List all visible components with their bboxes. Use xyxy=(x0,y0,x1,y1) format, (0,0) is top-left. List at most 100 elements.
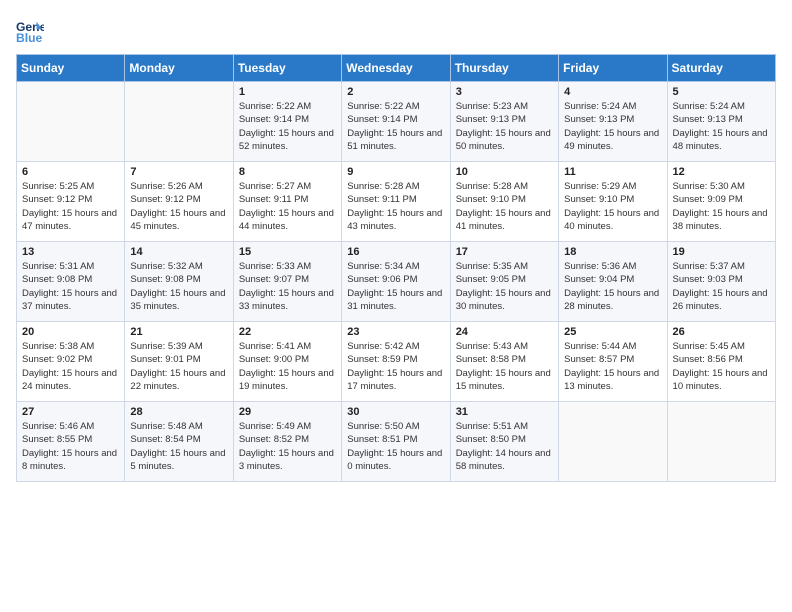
day-number: 4 xyxy=(564,86,661,98)
calendar-cell: 6 Sunrise: 5:25 AMSunset: 9:12 PMDaylight… xyxy=(17,162,125,242)
calendar-cell: 9Sunrise: 5:28 AMSunset: 9:11 PMDaylight… xyxy=(342,162,450,242)
day-number: 2 xyxy=(347,86,444,98)
calendar-table: SundayMondayTuesdayWednesdayThursdayFrid… xyxy=(16,54,776,482)
calendar-cell: 21 Sunrise: 5:39 AMSunset: 9:01 PMDayligh… xyxy=(125,322,233,402)
calendar-cell xyxy=(125,82,233,162)
calendar-week-row: 13Sunrise: 5:31 AMSunset: 9:08 PMDayligh… xyxy=(17,242,776,322)
day-detail: Sunrise: 5:51 AMSunset: 8:50 PMDaylight:… xyxy=(456,420,553,473)
weekday-header: Tuesday xyxy=(233,55,341,82)
calendar-cell: 27 Sunrise: 5:46 AMSunset: 8:55 PMDayligh… xyxy=(17,402,125,482)
weekday-header: Saturday xyxy=(667,55,775,82)
calendar-week-row: 1 Sunrise: 5:22 AMSunset: 9:14 PMDaylight… xyxy=(17,82,776,162)
day-detail: Sunrise: 5:30 AMSunset: 9:09 PMDaylight:… xyxy=(673,180,770,233)
day-detail: Sunrise: 5:37 AMSunset: 9:03 PMDaylight:… xyxy=(673,260,770,313)
day-detail: Sunrise: 5:25 AMSunset: 9:12 PMDaylight:… xyxy=(22,180,119,233)
day-detail: Sunrise: 5:49 AMSunset: 8:52 PMDaylight:… xyxy=(239,420,336,473)
calendar-cell: 18 Sunrise: 5:36 AMSunset: 9:04 PMDayligh… xyxy=(559,242,667,322)
calendar-cell xyxy=(17,82,125,162)
calendar-cell: 7Sunrise: 5:26 AMSunset: 9:12 PMDaylight… xyxy=(125,162,233,242)
calendar-cell xyxy=(559,402,667,482)
weekday-header: Friday xyxy=(559,55,667,82)
day-detail: Sunrise: 5:28 AMSunset: 9:11 PMDaylight:… xyxy=(347,180,444,233)
day-number: 24 xyxy=(456,326,553,338)
calendar-cell: 19 Sunrise: 5:37 AMSunset: 9:03 PMDayligh… xyxy=(667,242,775,322)
weekday-header: Sunday xyxy=(17,55,125,82)
day-number: 18 xyxy=(564,246,661,258)
day-number: 3 xyxy=(456,86,553,98)
calendar-cell: 24Sunrise: 5:43 AMSunset: 8:58 PMDayligh… xyxy=(450,322,558,402)
calendar-cell: 20 Sunrise: 5:38 AMSunset: 9:02 PMDayligh… xyxy=(17,322,125,402)
day-detail: Sunrise: 5:27 AMSunset: 9:11 PMDaylight:… xyxy=(239,180,336,233)
calendar-cell: 16 Sunrise: 5:34 AMSunset: 9:06 PMDayligh… xyxy=(342,242,450,322)
calendar-cell: 22 Sunrise: 5:41 AMSunset: 9:00 PMDayligh… xyxy=(233,322,341,402)
weekday-header: Monday xyxy=(125,55,233,82)
calendar-cell: 14Sunrise: 5:32 AMSunset: 9:08 PMDayligh… xyxy=(125,242,233,322)
calendar-week-row: 6 Sunrise: 5:25 AMSunset: 9:12 PMDaylight… xyxy=(17,162,776,242)
weekday-header: Wednesday xyxy=(342,55,450,82)
day-number: 31 xyxy=(456,406,553,418)
calendar-cell: 23Sunrise: 5:42 AMSunset: 8:59 PMDayligh… xyxy=(342,322,450,402)
day-number: 8 xyxy=(239,166,336,178)
calendar-cell: 2 Sunrise: 5:22 AMSunset: 9:14 PMDaylight… xyxy=(342,82,450,162)
calendar-cell: 3Sunrise: 5:23 AMSunset: 9:13 PMDaylight… xyxy=(450,82,558,162)
day-detail: Sunrise: 5:38 AMSunset: 9:02 PMDaylight:… xyxy=(22,340,119,393)
calendar-body: 1 Sunrise: 5:22 AMSunset: 9:14 PMDaylight… xyxy=(17,82,776,482)
day-number: 13 xyxy=(22,246,119,258)
day-number: 6 xyxy=(22,166,119,178)
calendar-week-row: 27 Sunrise: 5:46 AMSunset: 8:55 PMDayligh… xyxy=(17,402,776,482)
day-number: 17 xyxy=(456,246,553,258)
calendar-cell xyxy=(667,402,775,482)
day-detail: Sunrise: 5:34 AMSunset: 9:06 PMDaylight:… xyxy=(347,260,444,313)
weekday-header: Thursday xyxy=(450,55,558,82)
header-row: SundayMondayTuesdayWednesdayThursdayFrid… xyxy=(17,55,776,82)
calendar-cell: 11Sunrise: 5:29 AMSunset: 9:10 PMDayligh… xyxy=(559,162,667,242)
day-detail: Sunrise: 5:35 AMSunset: 9:05 PMDaylight:… xyxy=(456,260,553,313)
day-detail: Sunrise: 5:24 AMSunset: 9:13 PMDaylight:… xyxy=(673,100,770,153)
day-detail: Sunrise: 5:26 AMSunset: 9:12 PMDaylight:… xyxy=(130,180,227,233)
day-detail: Sunrise: 5:44 AMSunset: 8:57 PMDaylight:… xyxy=(564,340,661,393)
calendar-cell: 31 Sunrise: 5:51 AMSunset: 8:50 PMDayligh… xyxy=(450,402,558,482)
day-detail: Sunrise: 5:48 AMSunset: 8:54 PMDaylight:… xyxy=(130,420,227,473)
day-number: 10 xyxy=(456,166,553,178)
day-number: 28 xyxy=(130,406,227,418)
calendar-cell: 10 Sunrise: 5:28 AMSunset: 9:10 PMDayligh… xyxy=(450,162,558,242)
logo: General Blue xyxy=(16,16,48,44)
day-detail: Sunrise: 5:41 AMSunset: 9:00 PMDaylight:… xyxy=(239,340,336,393)
day-detail: Sunrise: 5:22 AMSunset: 9:14 PMDaylight:… xyxy=(347,100,444,153)
day-number: 14 xyxy=(130,246,227,258)
calendar-cell: 1 Sunrise: 5:22 AMSunset: 9:14 PMDaylight… xyxy=(233,82,341,162)
calendar-cell: 26Sunrise: 5:45 AMSunset: 8:56 PMDayligh… xyxy=(667,322,775,402)
day-number: 29 xyxy=(239,406,336,418)
day-number: 5 xyxy=(673,86,770,98)
calendar-cell: 29 Sunrise: 5:49 AMSunset: 8:52 PMDayligh… xyxy=(233,402,341,482)
day-detail: Sunrise: 5:39 AMSunset: 9:01 PMDaylight:… xyxy=(130,340,227,393)
logo-icon: General Blue xyxy=(16,16,44,44)
day-number: 1 xyxy=(239,86,336,98)
calendar-cell: 13Sunrise: 5:31 AMSunset: 9:08 PMDayligh… xyxy=(17,242,125,322)
day-number: 22 xyxy=(239,326,336,338)
day-number: 19 xyxy=(673,246,770,258)
day-number: 23 xyxy=(347,326,444,338)
header: General Blue xyxy=(16,16,776,44)
day-detail: Sunrise: 5:22 AMSunset: 9:14 PMDaylight:… xyxy=(239,100,336,153)
day-number: 20 xyxy=(22,326,119,338)
day-number: 25 xyxy=(564,326,661,338)
day-detail: Sunrise: 5:36 AMSunset: 9:04 PMDaylight:… xyxy=(564,260,661,313)
calendar-header: SundayMondayTuesdayWednesdayThursdayFrid… xyxy=(17,55,776,82)
calendar-cell: 30Sunrise: 5:50 AMSunset: 8:51 PMDayligh… xyxy=(342,402,450,482)
day-number: 12 xyxy=(673,166,770,178)
calendar-cell: 17 Sunrise: 5:35 AMSunset: 9:05 PMDayligh… xyxy=(450,242,558,322)
calendar-cell: 8 Sunrise: 5:27 AMSunset: 9:11 PMDaylight… xyxy=(233,162,341,242)
day-detail: Sunrise: 5:33 AMSunset: 9:07 PMDaylight:… xyxy=(239,260,336,313)
day-detail: Sunrise: 5:46 AMSunset: 8:55 PMDaylight:… xyxy=(22,420,119,473)
day-number: 15 xyxy=(239,246,336,258)
day-number: 16 xyxy=(347,246,444,258)
calendar-cell: 25 Sunrise: 5:44 AMSunset: 8:57 PMDayligh… xyxy=(559,322,667,402)
calendar-cell: 12 Sunrise: 5:30 AMSunset: 9:09 PMDayligh… xyxy=(667,162,775,242)
day-detail: Sunrise: 5:45 AMSunset: 8:56 PMDaylight:… xyxy=(673,340,770,393)
day-number: 27 xyxy=(22,406,119,418)
day-detail: Sunrise: 5:28 AMSunset: 9:10 PMDaylight:… xyxy=(456,180,553,233)
calendar-week-row: 20 Sunrise: 5:38 AMSunset: 9:02 PMDayligh… xyxy=(17,322,776,402)
svg-text:Blue: Blue xyxy=(16,31,43,44)
day-number: 21 xyxy=(130,326,227,338)
